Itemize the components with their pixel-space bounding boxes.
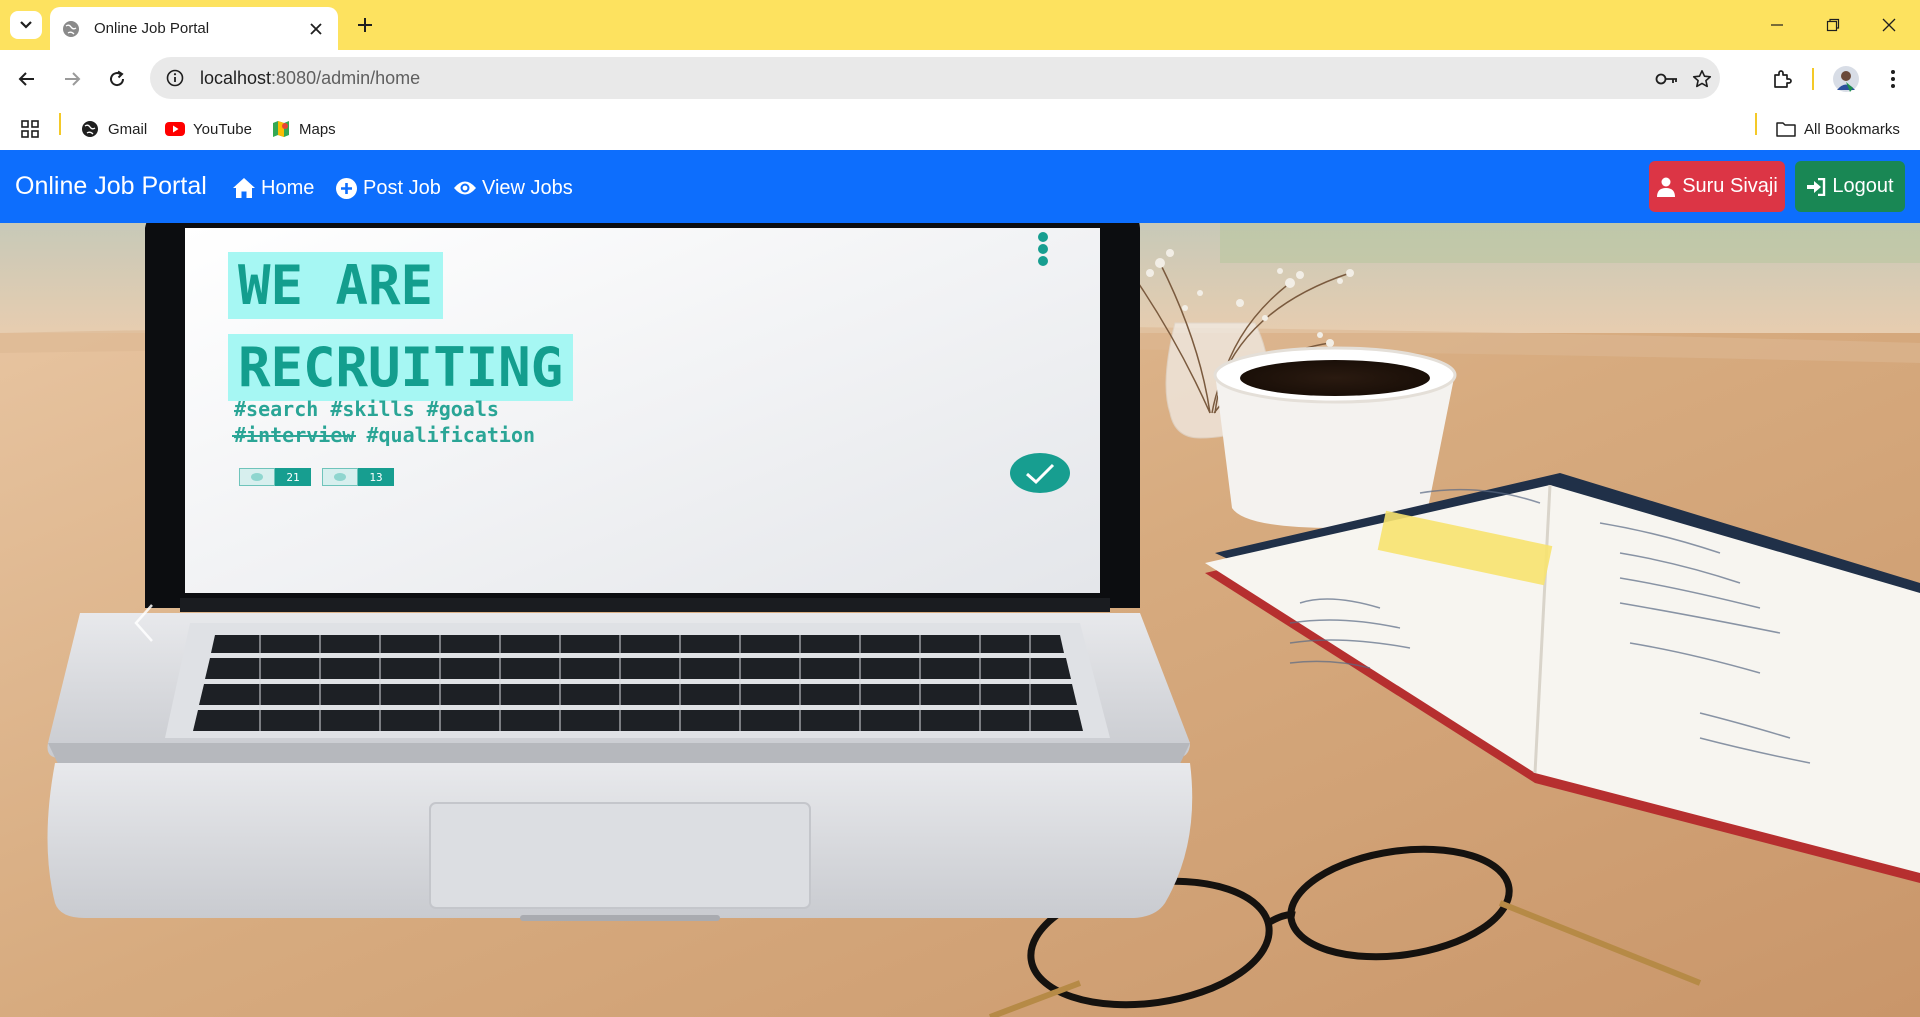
logout-button[interactable]: Logout xyxy=(1795,161,1905,212)
browser-tab[interactable]: Online Job Portal xyxy=(50,7,338,50)
comments-count: 13 xyxy=(358,468,394,486)
youtube-icon xyxy=(165,119,185,139)
password-key-icon[interactable] xyxy=(1654,66,1680,92)
bookmark-maps[interactable]: Maps xyxy=(271,116,336,142)
bookmark-youtube[interactable]: YouTube xyxy=(165,116,252,142)
apps-grid-icon xyxy=(21,120,39,138)
minimize-button[interactable] xyxy=(1762,10,1792,40)
user-icon xyxy=(1656,177,1676,197)
logout-label: Logout xyxy=(1832,175,1894,197)
forward-button[interactable] xyxy=(57,64,87,94)
reload-icon xyxy=(110,70,125,87)
plus-circle-icon xyxy=(334,176,358,200)
user-profile-button[interactable]: Suru Sivaji xyxy=(1649,161,1785,212)
minimize-icon xyxy=(1771,24,1783,26)
tab-title: Online Job Portal xyxy=(94,20,210,37)
back-button[interactable] xyxy=(12,64,42,94)
browser-tab-strip: Online Job Portal xyxy=(0,0,1920,50)
hero-headline-line1: WE ARE xyxy=(228,252,444,319)
close-icon xyxy=(310,22,322,35)
all-bookmarks-label: All Bookmarks xyxy=(1804,120,1900,138)
browser-menu-button[interactable] xyxy=(1878,64,1908,94)
restore-icon xyxy=(1826,18,1840,32)
hashtags-line2: #interview #qualification xyxy=(234,423,536,447)
bookmark-divider xyxy=(1755,113,1757,135)
bookmark-label: YouTube xyxy=(193,120,252,138)
sign-in-icon xyxy=(1806,177,1826,197)
plus-icon xyxy=(358,18,372,32)
likes-counter: 21 xyxy=(239,468,311,486)
avatar-icon xyxy=(1833,66,1859,92)
apps-button[interactable] xyxy=(20,116,40,142)
url-path: :8080/admin/home xyxy=(271,67,421,88)
heart-icon xyxy=(239,468,275,486)
close-window-button[interactable] xyxy=(1874,10,1904,40)
home-icon xyxy=(232,176,256,200)
comment-icon xyxy=(322,468,358,486)
nav-link-label: Post Job xyxy=(363,176,441,199)
all-bookmarks-button[interactable]: All Bookmarks xyxy=(1776,116,1900,142)
bookmark-star-icon[interactable] xyxy=(1689,66,1715,92)
globe-icon xyxy=(63,20,79,37)
carousel-prev-button[interactable] xyxy=(124,593,164,653)
bookmark-divider xyxy=(59,113,61,135)
puzzle-icon xyxy=(1774,70,1792,88)
hero-headline-line2: RECRUITING xyxy=(228,334,574,401)
more-vertical-icon xyxy=(1891,70,1895,88)
extensions-button[interactable] xyxy=(1767,64,1797,94)
bookmark-label: Gmail xyxy=(108,120,148,138)
tab-close-button[interactable] xyxy=(306,19,326,39)
nav-link-home[interactable]: Home xyxy=(232,174,314,202)
bookmark-gmail[interactable]: Gmail xyxy=(80,116,147,142)
browser-toolbar: localhost:8080/admin/home xyxy=(0,50,1920,108)
nav-link-label: Home xyxy=(261,176,315,199)
close-icon xyxy=(1882,18,1896,32)
toolbar-divider xyxy=(1812,68,1814,90)
likes-count: 21 xyxy=(275,468,311,486)
folder-icon xyxy=(1776,119,1796,139)
nav-link-label: View Jobs xyxy=(482,176,573,199)
comments-counter: 13 xyxy=(322,468,394,486)
chevron-down-icon xyxy=(20,21,32,29)
site-info-icon[interactable] xyxy=(164,67,186,89)
eye-icon xyxy=(453,176,477,200)
reload-button[interactable] xyxy=(102,64,132,94)
profile-avatar[interactable] xyxy=(1831,64,1861,94)
hero-carousel: WE ARE RECRUITING #search #skills #goals… xyxy=(0,223,1920,1017)
chevron-left-icon xyxy=(134,604,153,642)
app-navbar: Online Job Portal Home Post Job View Job… xyxy=(0,150,1920,223)
arrow-left-icon xyxy=(18,72,34,86)
address-bar[interactable]: localhost:8080/admin/home xyxy=(150,57,1720,99)
maps-icon xyxy=(271,119,291,139)
nav-link-post-job[interactable]: Post Job xyxy=(334,174,441,202)
nav-link-view-jobs[interactable]: View Jobs xyxy=(453,174,573,202)
globe-icon xyxy=(80,119,100,139)
user-name: Suru Sivaji xyxy=(1682,175,1778,197)
restore-button[interactable] xyxy=(1818,10,1848,40)
bookmark-label: Maps xyxy=(299,120,336,138)
tab-search-button[interactable] xyxy=(10,11,42,39)
hashtags-line1: #search #skills #goals xyxy=(234,397,499,421)
arrow-right-icon xyxy=(65,72,81,86)
bookmarks-bar: Gmail YouTube Maps All Bookmarks xyxy=(0,108,1920,150)
new-tab-button[interactable] xyxy=(352,12,378,38)
hero-hashtags: #search #skills #goals #interview #quali… xyxy=(234,396,535,448)
url-host: localhost xyxy=(200,67,272,88)
navbar-brand[interactable]: Online Job Portal xyxy=(15,172,207,201)
